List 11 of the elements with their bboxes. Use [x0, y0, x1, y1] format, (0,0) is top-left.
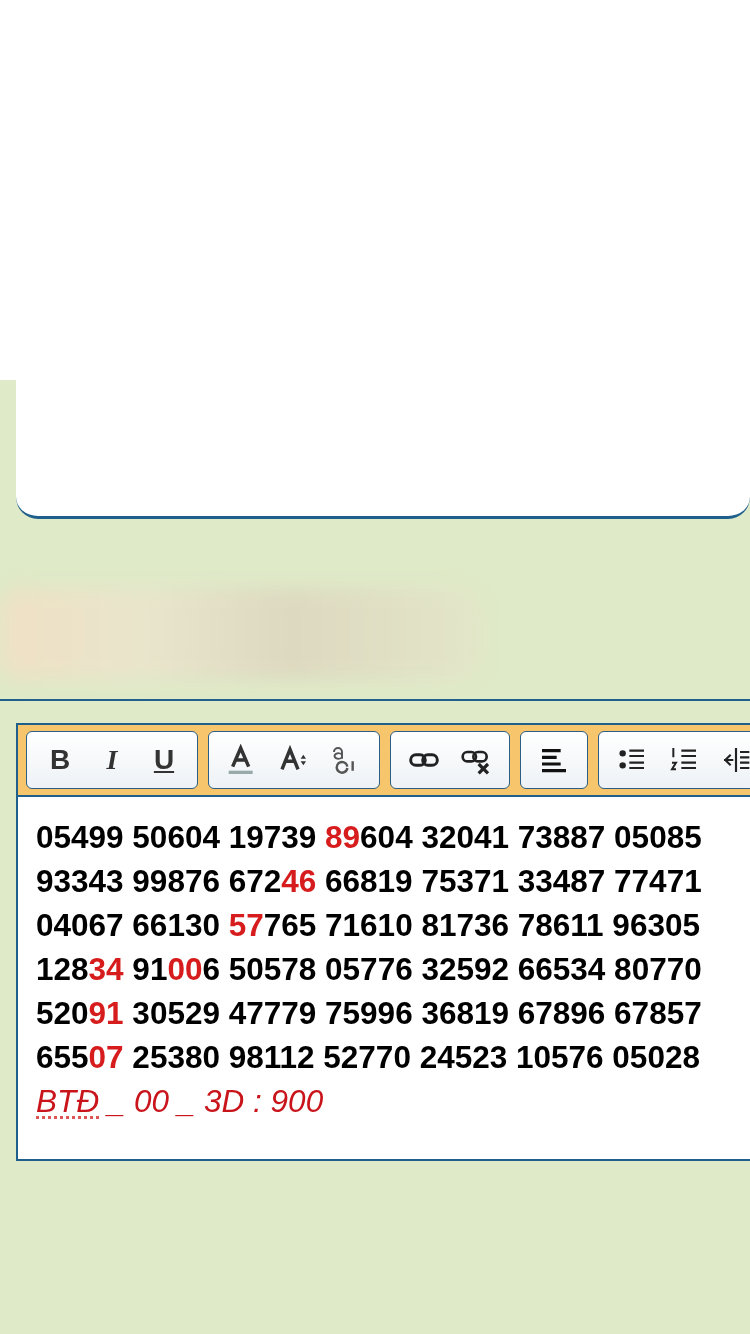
number-line: 04067 66130 57765 71610 81736 78611 96305: [36, 906, 700, 945]
bold-button[interactable]: B: [37, 736, 83, 784]
text-editor[interactable]: [16, 723, 750, 1161]
number-line: 93343 99876 67246 66819 75371 33487 77471: [36, 862, 702, 901]
number-line: 12834 91006 50578 05776 32592 66534 80770: [36, 950, 702, 989]
note-line: BTĐ _ 00 _ 3D : 900: [36, 1082, 324, 1121]
number-line: 05499 50604 19739 89604 32041 73887 05085: [36, 818, 702, 857]
underline-button[interactable]: U: [141, 736, 187, 784]
number-line: 65507 25380 98112 52770 24523 10576 05028: [36, 1038, 700, 1077]
number-line: 52091 30529 47779 75996 36819 67896 67857: [36, 994, 702, 1033]
italic-button[interactable]: I: [89, 736, 135, 784]
